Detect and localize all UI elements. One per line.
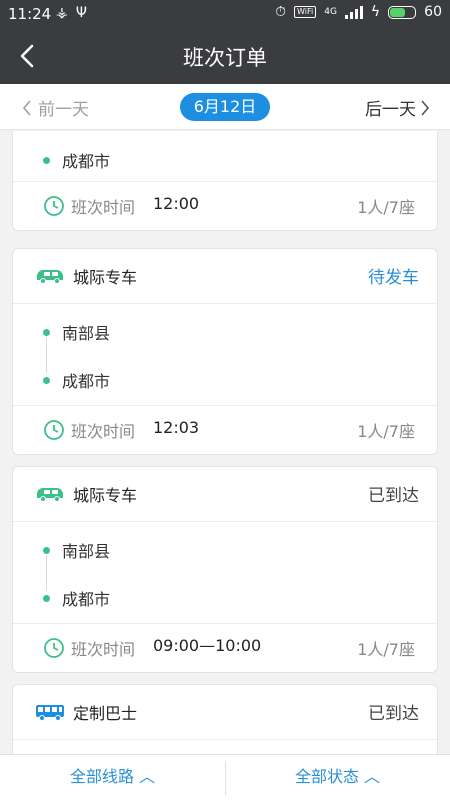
time-label: 班次时间 [71, 640, 136, 659]
stop-dot [43, 328, 50, 336]
order-list: 成都市 班次时间 12:00 1人/7座 城际专车 待发车 南部县 成都市 班次… [0, 131, 450, 754]
order-header: 城际专车 待发车 [13, 249, 437, 304]
stop-dot [43, 546, 50, 554]
all-status-filter[interactable]: 全部状态 ︿ [225, 755, 450, 800]
vehicle-type: 城际专车 [73, 486, 138, 505]
order-footer: 班次时间 12:00 1人/7座 [13, 182, 437, 230]
status-bar: 11:24 ⚶Ψ ⏱ WiFi 4G ϟ 60 [0, 0, 450, 28]
order-footer: 班次时间 09:00—10:00 1人/7座 [13, 624, 437, 672]
chevron-right-icon [421, 99, 430, 116]
battery-icon [388, 5, 417, 19]
order-header: 定制巴士 已到达 [13, 685, 437, 740]
order-card[interactable]: 定制巴士 已到达 [12, 684, 438, 754]
departure-time: 12:03 [153, 418, 200, 437]
stop-name: 成都市 [62, 372, 111, 391]
seat-count: 1人/7座 [357, 422, 415, 441]
bus-icon [36, 705, 64, 721]
signal-icon [344, 5, 363, 19]
route-stops: 南部县 成都市 [13, 304, 437, 406]
time-label: 班次时间 [71, 422, 136, 441]
vehicle-type: 城际专车 [73, 268, 138, 287]
all-routes-filter[interactable]: 全部线路 ︿ [0, 755, 225, 800]
next-day-label: 后一天 [365, 100, 416, 120]
van-icon [37, 270, 63, 284]
network-type: 4G [324, 7, 337, 17]
prev-day-label: 前一天 [38, 100, 89, 120]
stop-destination: 成都市 [43, 368, 110, 392]
chevron-left-icon [22, 99, 31, 116]
stop-name: 成都市 [62, 590, 111, 609]
clock-alarm-icon: ⏱ [275, 4, 287, 20]
stop-destination: 成都市 [43, 586, 110, 610]
order-card[interactable]: 城际专车 待发车 南部县 成都市 班次时间 12:03 1人/7座 [12, 248, 438, 455]
next-day-button[interactable]: 后一天 [365, 95, 430, 120]
status-right: ⏱ WiFi 4G ϟ 60 [275, 4, 442, 20]
chevron-up-icon: ︿ [364, 767, 381, 786]
van-icon [37, 488, 63, 502]
charging-icon: ϟ [370, 4, 381, 20]
route-stops: 南部县 成都市 [13, 522, 437, 624]
stop-dot [43, 156, 50, 164]
status-badge: 待发车 [368, 268, 419, 288]
stop-name: 成都市 [62, 152, 111, 171]
current-date-pill[interactable]: 6月12日 [180, 93, 270, 121]
stop-destination: 成都市 [43, 148, 110, 172]
stop-name: 南部县 [62, 324, 111, 343]
order-footer: 班次时间 12:03 1人/7座 [13, 406, 437, 454]
order-card[interactable]: 成都市 班次时间 12:00 1人/7座 [12, 131, 438, 231]
seat-count: 1人/7座 [357, 640, 415, 659]
clock-icon [44, 420, 64, 440]
bottom-filter-bar: 全部线路 ︿ 全部状态 ︿ [0, 754, 450, 800]
time-label: 班次时间 [71, 198, 136, 217]
vehicle-type: 定制巴士 [73, 704, 138, 723]
status-badge: 已到达 [368, 704, 419, 724]
stop-origin: 南部县 [43, 538, 110, 562]
all-routes-label: 全部线路 [69, 767, 134, 786]
order-header: 城际专车 已到达 [13, 467, 437, 522]
stop-dot [43, 376, 50, 384]
clock-icon [44, 196, 64, 216]
clock-icon [44, 638, 64, 658]
status-left-icons: ⚶Ψ [56, 5, 95, 21]
usb-icon: Ψ [75, 5, 95, 21]
prev-day-button[interactable]: 前一天 [22, 95, 89, 120]
seat-count: 1人/7座 [357, 198, 415, 217]
date-bar: 前一天 6月12日 后一天 [0, 84, 450, 130]
stop-origin: 南部县 [43, 320, 110, 344]
departure-time: 09:00—10:00 [153, 636, 262, 655]
app-header: 班次订单 [0, 28, 450, 84]
wifi-icon: WiFi [294, 6, 317, 18]
chevron-up-icon: ︿ [139, 767, 156, 786]
status-time: 11:24 [8, 5, 52, 23]
share-icon: ⚶ [56, 5, 76, 21]
status-badge: 已到达 [368, 486, 419, 506]
battery-level: 60 [424, 4, 442, 20]
page-title: 班次订单 [183, 46, 267, 70]
order-card[interactable]: 城际专车 已到达 南部县 成都市 班次时间 09:00—10:00 1人/7座 [12, 466, 438, 673]
all-status-label: 全部状态 [294, 767, 359, 786]
route-stops: 成都市 [13, 131, 437, 182]
stop-name: 南部县 [62, 542, 111, 561]
stop-dot [43, 594, 50, 602]
departure-time: 12:00 [153, 194, 200, 213]
